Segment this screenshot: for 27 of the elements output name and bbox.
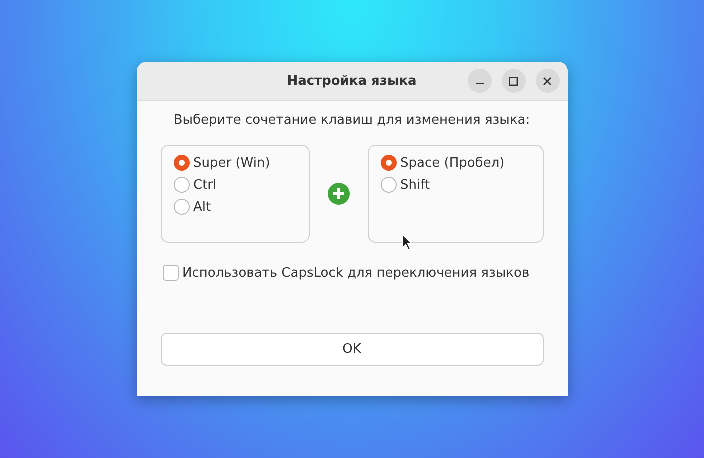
close-icon <box>543 76 552 86</box>
option-label: Space (Пробел) <box>400 156 505 170</box>
radio-button[interactable] <box>380 177 396 193</box>
radio-option[interactable]: Ctrl <box>174 177 296 193</box>
radio-button[interactable] <box>174 199 190 215</box>
maximize-button[interactable] <box>502 69 526 93</box>
checkbox[interactable] <box>162 265 178 281</box>
radio-button[interactable] <box>174 155 190 171</box>
radio-button[interactable] <box>380 155 396 171</box>
radio-option[interactable]: Alt <box>174 199 296 215</box>
ok-button[interactable]: OK <box>160 333 544 366</box>
checkbox-label: Использовать CapsLock для переключения языков <box>182 266 530 280</box>
maximize-icon <box>509 76 518 86</box>
radio-option[interactable]: Shift <box>380 177 530 193</box>
instruction-text: Выберите сочетание клавиш для изменения языка: <box>174 113 530 128</box>
option-label: Shift <box>400 178 430 192</box>
close-button[interactable] <box>536 69 560 93</box>
option-label: Super (Win) <box>194 156 270 170</box>
capslock-option[interactable]: Использовать CapsLock для переключения языков <box>158 265 546 281</box>
minimize-button[interactable] <box>468 69 492 93</box>
radio-option[interactable]: Super (Win) <box>174 155 296 171</box>
radio-option[interactable]: Space (Пробел) <box>380 155 530 171</box>
window-title: Настройка языка <box>287 74 417 88</box>
radio-button[interactable] <box>174 177 190 193</box>
option-label: Alt <box>194 200 212 214</box>
plus-icon <box>328 183 350 205</box>
option-label: Ctrl <box>194 178 217 192</box>
